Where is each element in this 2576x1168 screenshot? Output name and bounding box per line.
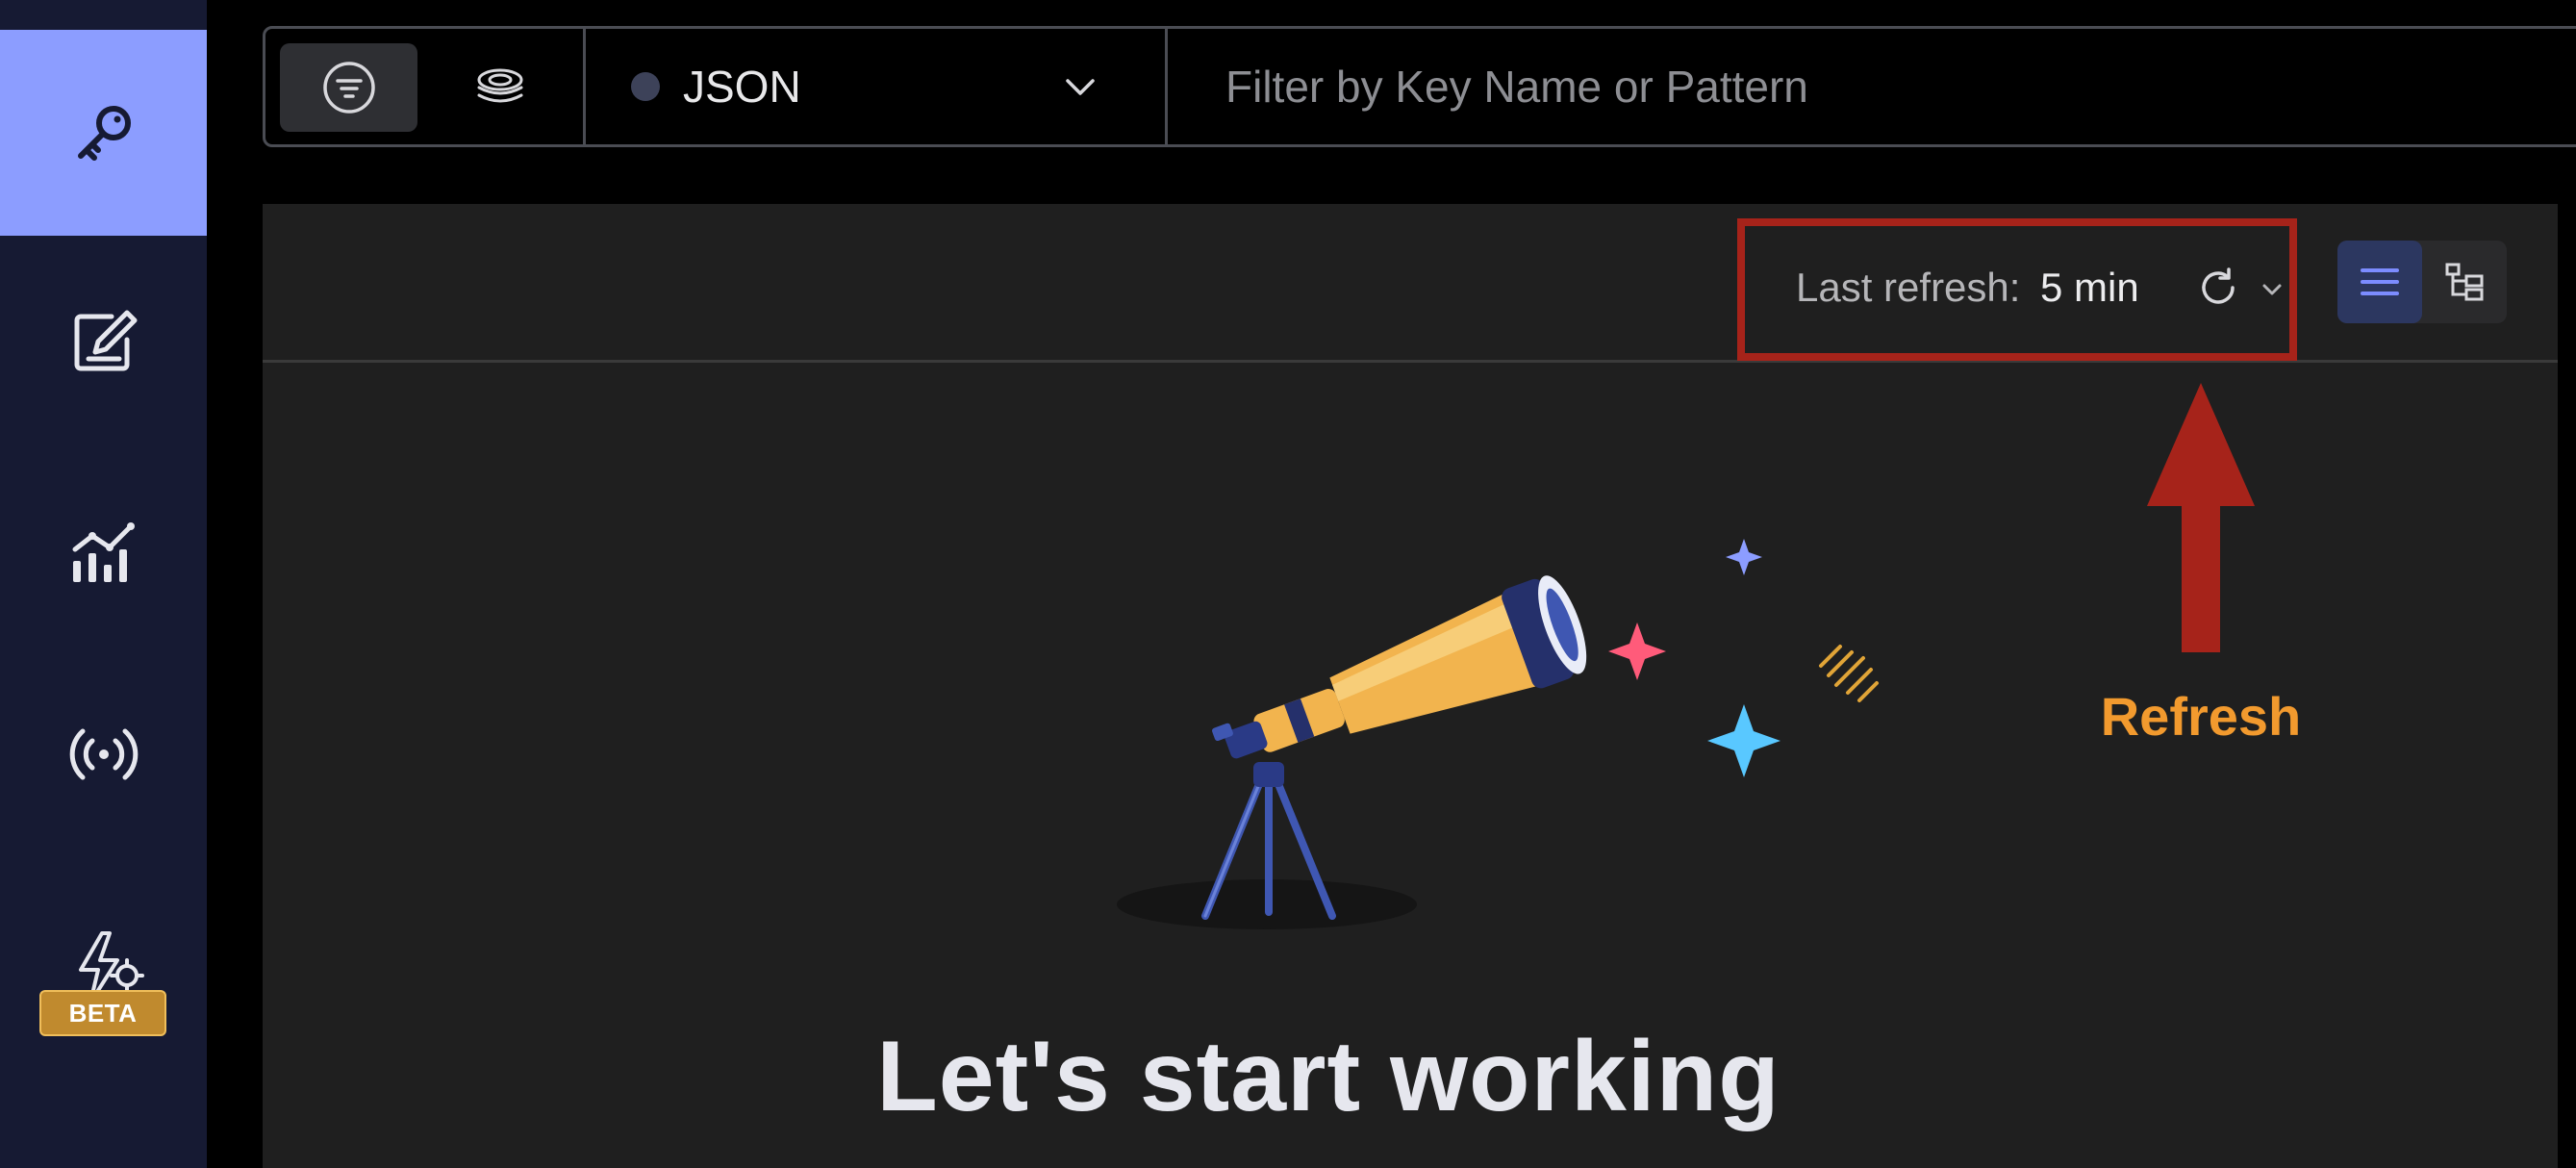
beta-badge: BETA xyxy=(39,990,166,1036)
redisearch-icon xyxy=(477,68,522,103)
analytics-icon xyxy=(72,522,135,582)
toolbar-divider xyxy=(583,29,586,144)
tree-view-icon xyxy=(2445,263,2484,301)
tree-view-button[interactable] xyxy=(2422,241,2507,323)
key-type-label: JSON xyxy=(683,62,801,112)
toolbar-divider xyxy=(1165,29,1168,144)
annotation-label: Refresh xyxy=(2100,686,2302,747)
refresh-highlight-box xyxy=(1737,218,2297,361)
sidebar-item-pubsub[interactable] xyxy=(0,651,207,857)
filter-bar: JSON xyxy=(263,26,2576,147)
key-type-dot xyxy=(631,72,660,101)
list-view-button[interactable] xyxy=(2337,241,2422,323)
sidebar-item-analytics[interactable] xyxy=(0,448,207,654)
filter-mode-button[interactable] xyxy=(280,43,417,132)
empty-state-title: Let's start working xyxy=(876,1021,1780,1132)
arrow-up-icon xyxy=(2147,383,2255,652)
sidebar-item-workbench[interactable] xyxy=(0,239,207,444)
chevron-down-icon[interactable] xyxy=(1062,69,1099,106)
search-input[interactable] xyxy=(1170,29,2574,144)
filter-icon xyxy=(322,62,375,114)
search-mode-button[interactable] xyxy=(431,43,568,132)
broadcast-icon xyxy=(69,728,138,780)
edit-icon xyxy=(74,310,137,371)
key-icon xyxy=(77,106,131,161)
sidebar-item-triggers[interactable] xyxy=(0,866,207,1004)
sidebar-item-browser[interactable] xyxy=(0,30,207,236)
view-mode-toggle xyxy=(2337,241,2507,323)
list-view-icon xyxy=(2361,268,2399,295)
sidebar: BETA xyxy=(0,0,207,1168)
